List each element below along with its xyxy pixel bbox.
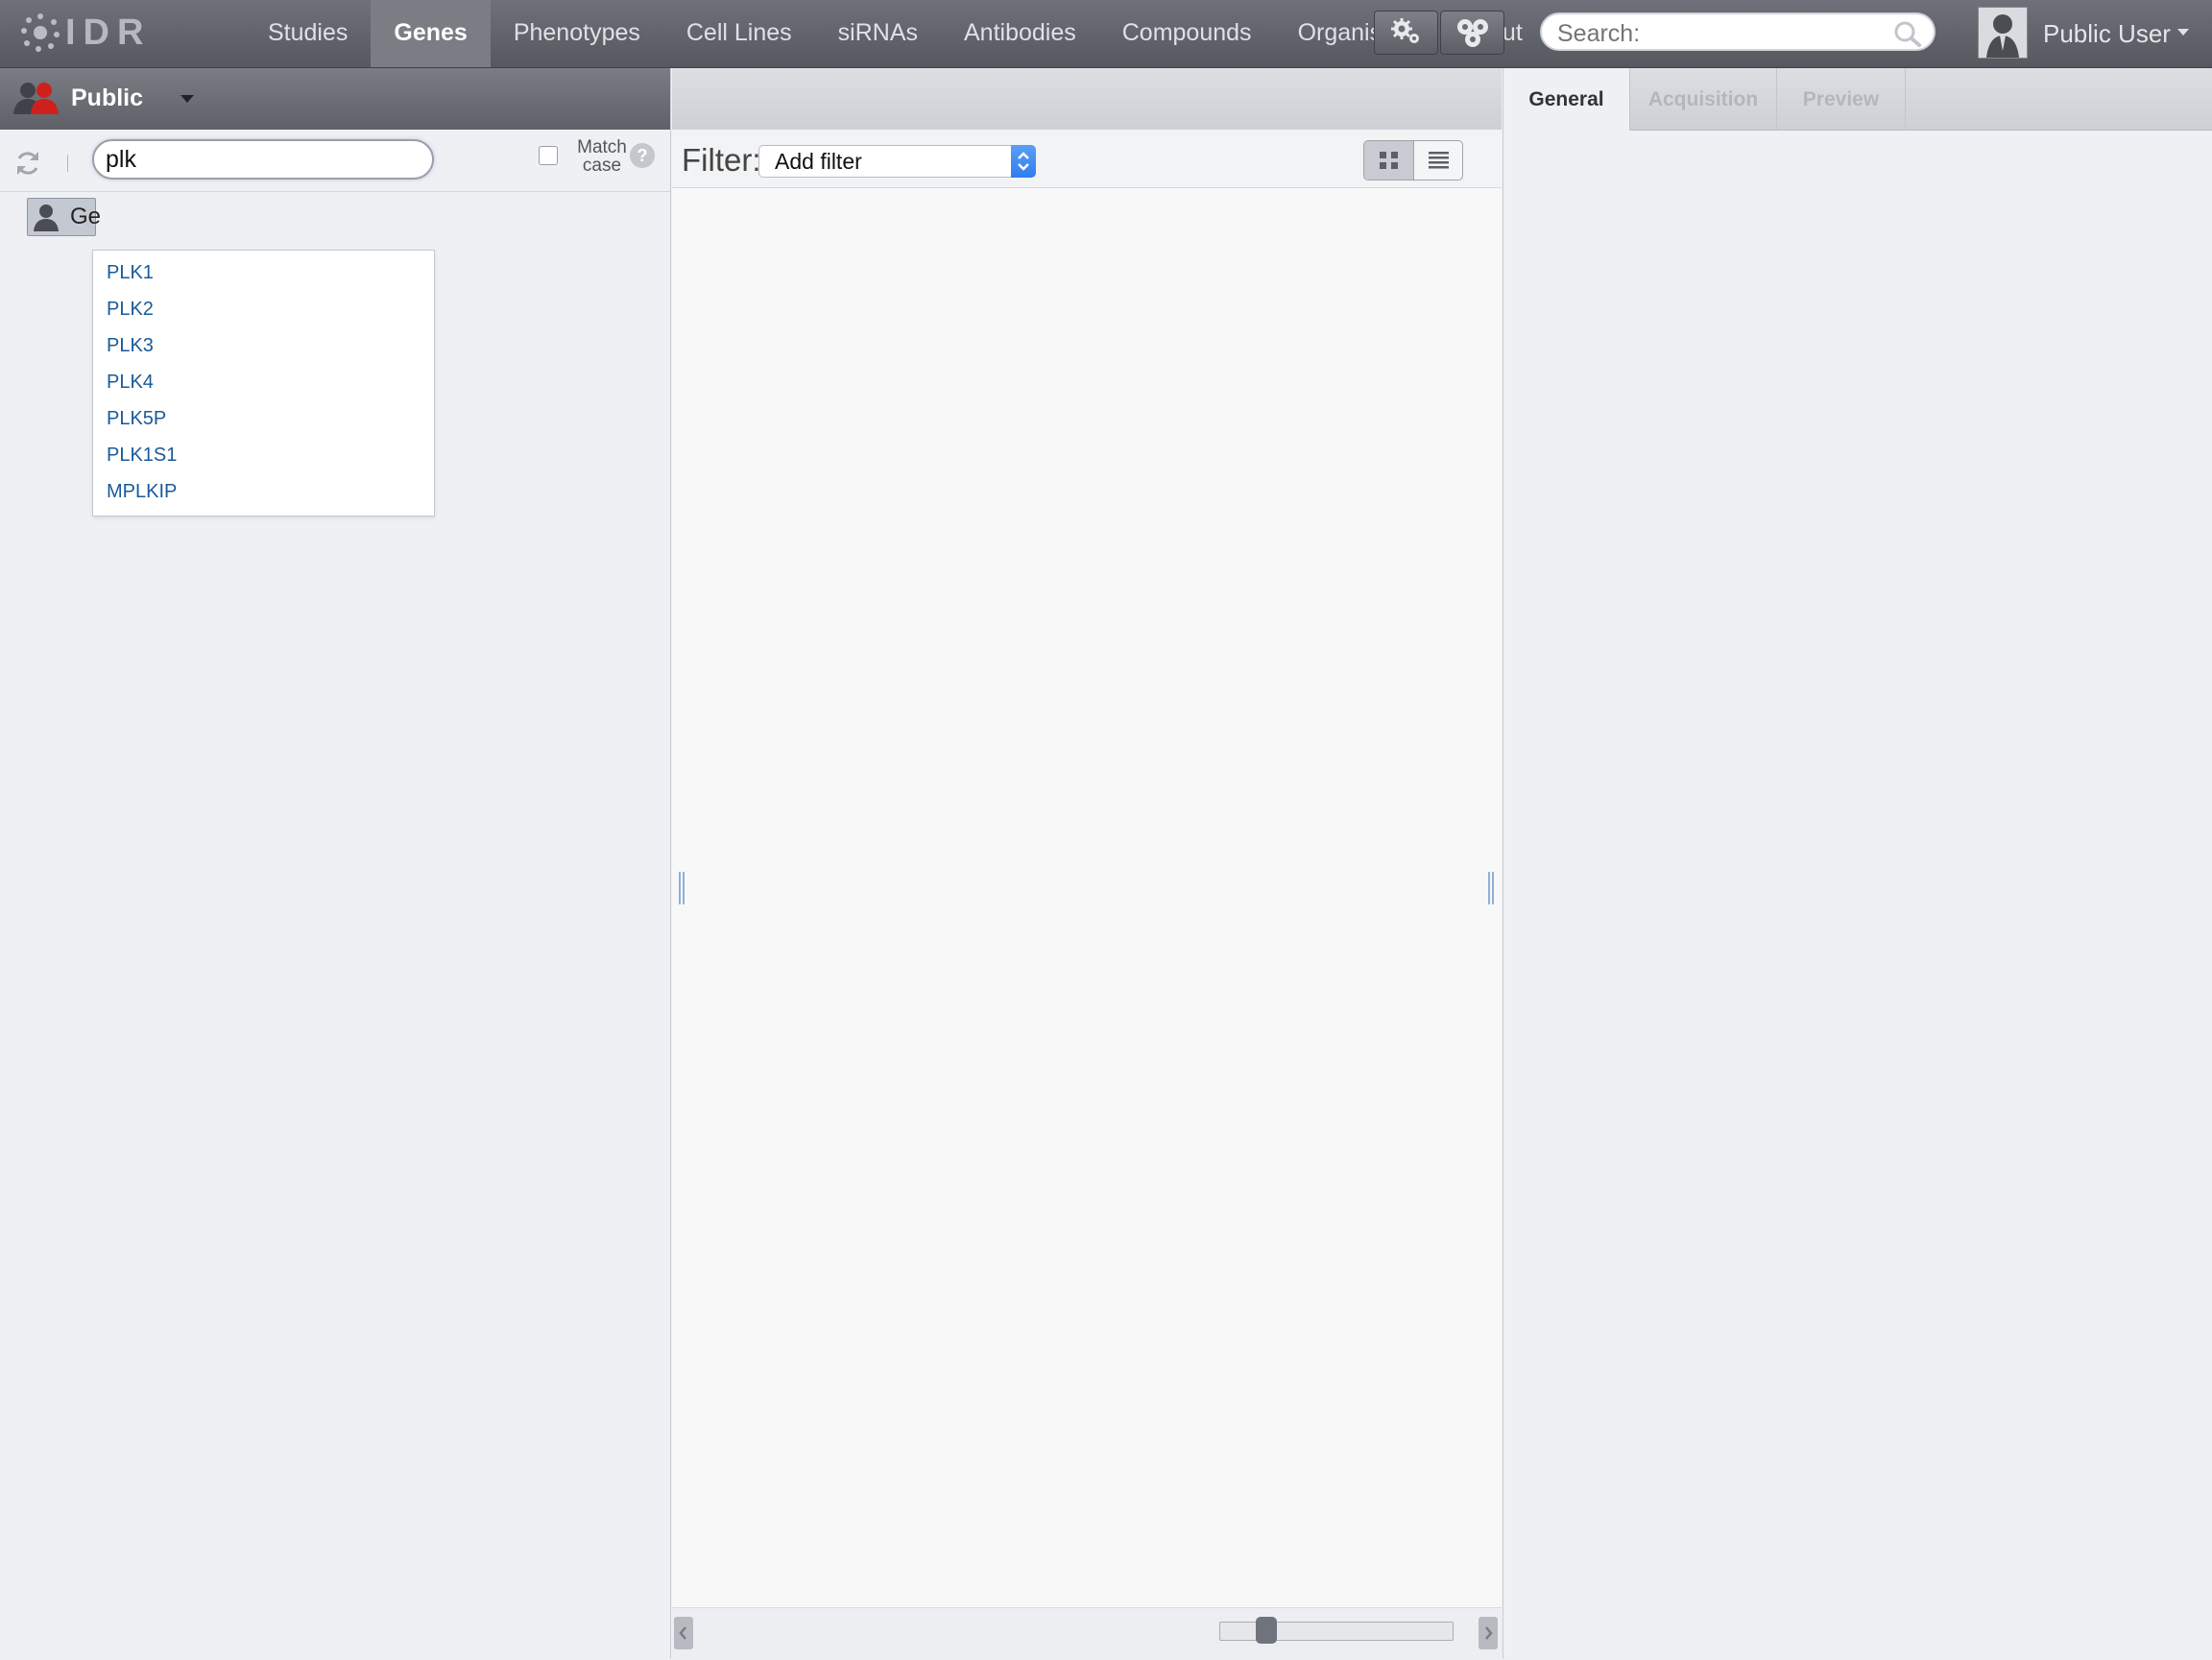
tab-preview[interactable]: Preview (1777, 68, 1906, 130)
header-tool-buttons (1374, 11, 1504, 55)
user-name-menu[interactable]: Public User (2043, 19, 2171, 49)
global-search (1540, 12, 1936, 51)
group-name: Public (71, 84, 144, 111)
tab-general[interactable]: General (1503, 68, 1630, 131)
toolbar-divider (67, 155, 68, 172)
autocomplete-item[interactable]: PLK4 (107, 364, 154, 400)
nav-genes[interactable]: Genes (371, 0, 491, 67)
left-panel: Public Match case ? Ge PLK1 PLK2 PLK3 PL… (0, 68, 671, 1659)
group-users-icon (13, 83, 59, 114)
chevron-right-icon (1485, 1626, 1493, 1640)
user-silhouette-icon (1986, 14, 2019, 58)
settings-button[interactable] (1374, 11, 1438, 55)
list-icon (1429, 152, 1449, 169)
autocomplete-item[interactable]: PLK3 (107, 327, 154, 364)
scripts-icon (1456, 19, 1488, 47)
search-icon[interactable] (1893, 20, 1922, 47)
zoom-slider-handle[interactable] (1256, 1617, 1277, 1644)
center-panel: Filter: Add filter (672, 68, 1502, 1660)
tab-acquisition[interactable]: Acquisition (1630, 68, 1777, 130)
help-icon[interactable]: ? (630, 143, 655, 168)
thumbnail-view-button[interactable] (1364, 141, 1414, 180)
refresh-icon[interactable] (13, 149, 42, 178)
view-mode-toggle (1363, 140, 1463, 180)
grid-icon (1380, 152, 1398, 169)
center-header (672, 68, 1502, 131)
match-case-checkbox[interactable] (539, 146, 558, 165)
chevron-left-icon (679, 1626, 686, 1640)
collapse-right-button[interactable] (1479, 1617, 1498, 1649)
chevron-down-icon[interactable] (2177, 29, 2189, 36)
nav-cell-lines[interactable]: Cell Lines (663, 0, 815, 67)
nav-phenotypes[interactable]: Phenotypes (491, 0, 663, 67)
nav-studies[interactable]: Studies (245, 0, 371, 67)
center-footer (672, 1607, 1502, 1660)
autocomplete-item[interactable]: MPLKIP (107, 473, 177, 510)
metadata-tabs: General Acquisition Preview (1503, 68, 2212, 131)
filter-select-value: Add filter (775, 149, 862, 174)
settings-gear-icon (1390, 18, 1419, 43)
match-case-label: Match case (577, 137, 627, 176)
right-panel: General Acquisition Preview (1503, 68, 2212, 1659)
group-selector[interactable]: Public (0, 68, 670, 130)
list-view-button[interactable] (1414, 141, 1462, 180)
nav-compounds[interactable]: Compounds (1099, 0, 1275, 67)
tree-search-input[interactable] (92, 139, 434, 180)
tree-node-genes[interactable]: Ge (27, 198, 101, 236)
autocomplete-item[interactable]: PLK5P (107, 400, 166, 437)
group-dropdown-chevron-icon[interactable] (180, 95, 194, 103)
global-search-input[interactable] (1555, 16, 1876, 51)
logo-text: IDR (65, 12, 152, 53)
user-node-icon (34, 204, 59, 231)
select-arrows-icon (1011, 145, 1036, 178)
tree-node-label: Ge (70, 204, 102, 229)
main-nav: Studies Genes Phenotypes Cell Lines siRN… (245, 0, 1546, 67)
scripts-button[interactable] (1440, 11, 1504, 55)
nav-antibodies[interactable]: Antibodies (941, 0, 1099, 67)
autocomplete-dropdown: PLK1 PLK2 PLK3 PLK4 PLK5P PLK1S1 MPLKIP (92, 250, 435, 517)
right-splitter-handle[interactable] (1488, 872, 1494, 904)
collapse-left-button[interactable] (674, 1617, 693, 1649)
idr-logo-icon (21, 13, 60, 52)
user-avatar[interactable] (1978, 7, 2028, 59)
thumbnail-zoom-slider[interactable] (1219, 1622, 1454, 1641)
nav-sirnas[interactable]: siRNAs (815, 0, 941, 67)
idr-logo[interactable]: IDR (21, 12, 151, 54)
add-filter-select[interactable]: Add filter (758, 145, 1036, 178)
autocomplete-item[interactable]: PLK1S1 (107, 437, 177, 473)
left-splitter-handle[interactable] (679, 872, 685, 904)
top-navigation-bar: IDR Studies Genes Phenotypes Cell Lines … (0, 0, 2212, 68)
autocomplete-item[interactable]: PLK1 (107, 254, 154, 291)
filter-label: Filter: (682, 142, 761, 178)
autocomplete-item[interactable]: PLK2 (107, 291, 154, 327)
